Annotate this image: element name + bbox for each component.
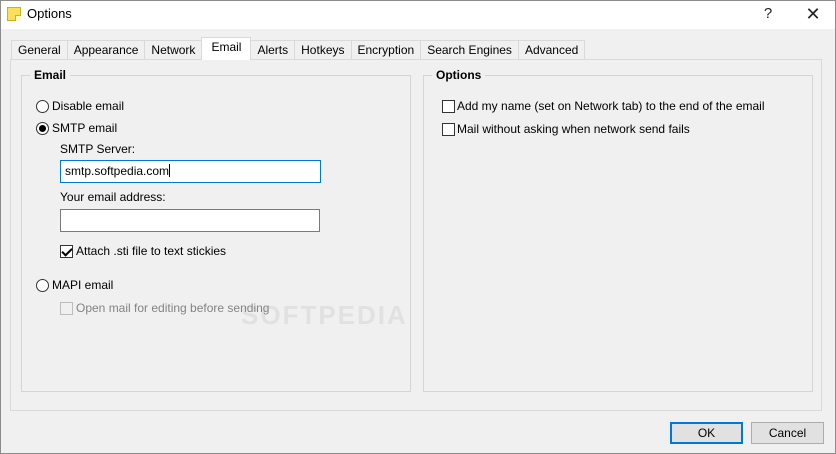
smtp-email-radio[interactable]: [36, 122, 49, 135]
tab-network[interactable]: Network: [144, 40, 203, 60]
add-name-checkbox[interactable]: [442, 100, 455, 113]
smtp-email-label[interactable]: SMTP email: [52, 121, 117, 135]
tab-encryption[interactable]: Encryption: [350, 40, 422, 60]
tab-search-engines[interactable]: Search Engines: [420, 40, 519, 60]
add-name-label[interactable]: Add my name (set on Network tab) to the …: [457, 99, 765, 113]
close-button[interactable]: ✕: [792, 1, 834, 29]
smtp-server-value: smtp.softpedia.com: [65, 164, 170, 178]
mail-without-asking-label[interactable]: Mail without asking when network send fa…: [457, 122, 690, 136]
email-address-label: Your email address:: [60, 190, 166, 204]
tab-general[interactable]: General: [11, 40, 68, 60]
tab-advanced[interactable]: Advanced: [517, 40, 586, 60]
options-groupbox: Options Add my name (set on Network tab)…: [423, 68, 813, 392]
smtp-server-input[interactable]: smtp.softpedia.com: [60, 160, 321, 183]
mapi-email-radio[interactable]: [36, 279, 49, 292]
help-button[interactable]: ?: [747, 1, 789, 29]
email-group-title: Email: [30, 68, 71, 82]
attach-sti-label[interactable]: Attach .sti file to text stickies: [76, 244, 226, 258]
open-mail-checkbox: [60, 302, 73, 315]
ok-button[interactable]: OK: [670, 422, 743, 444]
email-address-input[interactable]: [60, 209, 320, 232]
text-caret: [169, 164, 171, 177]
tab-hotkeys[interactable]: Hotkeys: [294, 40, 352, 60]
window-title: Options: [27, 6, 72, 21]
tab-alerts[interactable]: Alerts: [250, 40, 296, 60]
smtp-server-label: SMTP Server:: [60, 142, 136, 156]
mail-without-asking-checkbox[interactable]: [442, 123, 455, 136]
tab-appearance[interactable]: Appearance: [66, 40, 146, 60]
title-bar: Options ? ✕: [1, 1, 835, 29]
options-dialog: Options ? ✕ General Appearance Network E…: [0, 0, 836, 454]
tab-email[interactable]: Email: [201, 37, 252, 60]
attach-sti-checkbox[interactable]: [60, 245, 73, 258]
mapi-email-label[interactable]: MAPI email: [52, 278, 113, 292]
open-mail-label: Open mail for editing before sending: [76, 301, 270, 315]
cancel-button[interactable]: Cancel: [751, 422, 824, 444]
email-groupbox: Email Disable email SMTP email SMTP Serv…: [21, 68, 411, 392]
disable-email-radio[interactable]: [36, 100, 49, 113]
disable-email-label[interactable]: Disable email: [52, 99, 124, 113]
email-tab-panel: Email Disable email SMTP email SMTP Serv…: [10, 59, 822, 411]
options-group-title: Options: [432, 68, 486, 82]
sticky-note-icon: [7, 7, 21, 21]
tab-strip: General Appearance Network Email Alerts …: [11, 37, 586, 60]
